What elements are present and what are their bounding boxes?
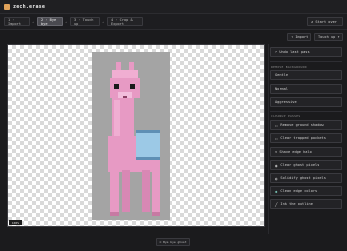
step-bye-bye[interactable]: 2 · Bye bye [37,17,63,26]
title-bar: zech.erase [0,0,347,14]
solidify-ghost-pixels-button[interactable]: ◍ Solidify ghost pixels [270,173,342,183]
steps-bar: 1 · Import → 2 · Bye bye → 3 · Touch up … [0,14,347,30]
checkbox-icon: ☐ [275,135,278,141]
mode-aggressive-button[interactable]: Aggressive [270,97,342,107]
llama-sprite-image [108,62,160,216]
mode-gentle-button[interactable]: Gentle [270,70,342,80]
clear-trapped-pockets-label: Clear trapped pockets [280,136,326,140]
shave-edge-halo-button[interactable]: ≈ Shave edge halo [270,147,342,157]
divider [270,61,342,62]
image-canvas[interactable]: 100% [7,44,265,227]
solidify-ghost-pixels-label: Solidify ghost pixels [280,176,326,180]
clean-edge-colors-button[interactable]: ◆ Clean edge colors [270,186,342,196]
remove-ground-shadow-button[interactable]: ☐ Remove ground shadow [270,120,342,130]
mode-normal-button[interactable]: Normal [270,84,342,94]
clear-ghost-pixels-button[interactable]: ◉ Clear ghost pixels [270,160,342,170]
clean-edge-colors-label: Clean edge colors [280,189,318,193]
ink-the-outline-label: Ink the outline [280,202,313,206]
palette-icon: ◆ [275,188,278,194]
step-touch-up[interactable]: 3 · Touch up [70,17,100,26]
step-crop-export[interactable]: 4 · Crop & Export [107,17,143,26]
panel-divider [268,44,269,234]
clear-trapped-pockets-button[interactable]: ☐ Clear trapped pockets [270,133,342,143]
ghost-icon: ◉ [275,162,278,168]
step-arrow-icon: → [102,20,105,24]
import-button[interactable]: ↑ Import [287,33,311,41]
divider [270,111,342,112]
undo-last-pass-button[interactable]: ↶ Undo last pass [270,47,342,57]
ink-the-outline-button[interactable]: ╱ Ink the outline [270,199,342,209]
section-remove-background: REMOVE BACKGROUND [271,65,307,69]
pen-icon: ╱ [275,201,278,207]
app-title: zech.erase [13,3,46,10]
step-arrow-icon: → [65,20,68,24]
touchup-dropdown[interactable]: Touch up ▾ [314,33,343,41]
sprite-area [92,52,170,220]
start-over-button[interactable]: ↺ Start over [307,17,343,26]
section-cleanup-passes: CLEANUP PASSES [271,114,301,118]
clear-ghost-pixels-label: Clear ghost pixels [280,163,320,167]
bye-bye-ghost-button[interactable]: ⊙ Bye bye ghost [156,238,190,246]
solidify-icon: ◍ [275,175,278,181]
remove-ground-shadow-label: Remove ground shadow [280,123,324,127]
step-import[interactable]: 1 · Import [4,17,30,26]
checkbox-icon: ☐ [275,122,278,128]
zoom-indicator: 100% [9,220,22,225]
step-arrow-icon: → [32,20,35,24]
app-logo-icon [4,3,10,10]
